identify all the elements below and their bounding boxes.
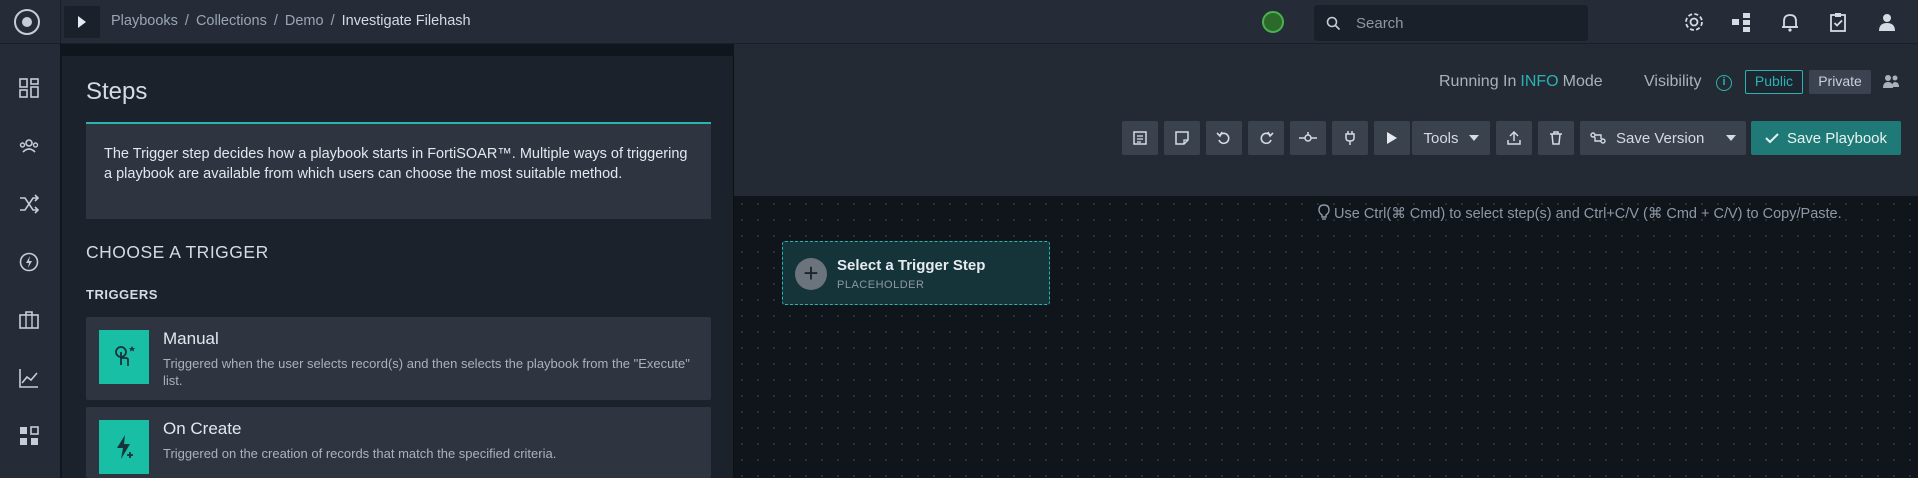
shuffle-icon[interactable] (18, 193, 40, 215)
clipboard-check-icon[interactable] (1827, 11, 1849, 33)
debug-button[interactable] (1290, 121, 1326, 155)
choose-trigger-heading: CHOOSE A TRIGGER (86, 242, 269, 262)
breadcrumb-separator: / (330, 13, 335, 29)
panel-title: Steps (86, 78, 148, 105)
sticky-note-icon (1175, 131, 1189, 145)
properties-button[interactable] (1122, 121, 1158, 155)
dashboard-icon[interactable] (18, 77, 40, 99)
plug-icon (1345, 131, 1355, 145)
settings-gear-icon[interactable] (1683, 11, 1705, 33)
playbook-header (734, 44, 1918, 196)
breadcrumb-separator: / (184, 13, 189, 29)
breadcrumb-collections[interactable]: Collections (196, 13, 267, 29)
export-button[interactable] (1496, 121, 1532, 155)
run-button[interactable] (1374, 121, 1410, 155)
global-search[interactable] (1314, 5, 1588, 41)
visibility-label: Visibility (1644, 73, 1702, 90)
left-nav (0, 44, 60, 478)
top-bar: Playbooks / Collections / Demo / Investigate F… (0, 0, 1918, 44)
plus-icon: + (795, 258, 827, 290)
trash-icon (1550, 131, 1562, 145)
tools-label: Tools (1423, 129, 1459, 147)
play-icon (1387, 132, 1397, 144)
people-icon[interactable] (18, 135, 40, 157)
breadcrumb-current: Investigate Filehash (341, 13, 471, 29)
triggers-section-label: TRIGGERS (86, 287, 158, 302)
status-indicator-icon[interactable] (1262, 11, 1284, 33)
connect-button[interactable] (1332, 121, 1368, 155)
expand-nav-button[interactable] (64, 6, 100, 38)
lightbulb-icon (1318, 204, 1330, 220)
hint-text: Use Ctrl(⌘ Cmd) to select step(s) and Ct… (1334, 206, 1842, 222)
top-divider (60, 0, 61, 44)
tools-dropdown[interactable]: Tools (1412, 121, 1490, 155)
play-icon (78, 16, 86, 28)
mode-value[interactable]: INFO (1520, 73, 1558, 90)
search-input[interactable] (1356, 13, 1576, 33)
trigger-description: Triggered on the creation of records tha… (163, 446, 557, 461)
briefcase-icon[interactable] (18, 309, 40, 331)
redo-button[interactable] (1248, 121, 1284, 155)
save-playbook-button[interactable]: Save Playbook (1751, 121, 1901, 155)
trigger-placeholder-step[interactable]: + Select a Trigger Step PLACEHOLDER (782, 241, 1050, 305)
breadcrumb-playbooks[interactable]: Playbooks (111, 13, 178, 29)
user-icon[interactable] (1876, 11, 1898, 33)
breadcrumb: Playbooks / Collections / Demo / Investigate F… (111, 13, 471, 29)
trigger-description: Triggered when the user selects record(s… (163, 356, 690, 388)
breadcrumb-demo[interactable]: Demo (285, 13, 324, 29)
copy-paste-hint: Use Ctrl(⌘ Cmd) to select step(s) and Ct… (1318, 204, 1842, 222)
private-toggle-button[interactable]: Private (1809, 70, 1871, 94)
search-icon (1326, 16, 1341, 31)
placeholder-title: Select a Trigger Step (837, 257, 986, 274)
trigger-card-on-create[interactable]: On Create Triggered on the creation of r… (86, 407, 711, 478)
version-icon (1590, 132, 1606, 144)
breadcrumb-separator: / (273, 13, 278, 29)
playbook-canvas[interactable] (734, 196, 1918, 478)
bell-icon[interactable] (1779, 11, 1801, 33)
placeholder-subtitle: PLACEHOLDER (837, 279, 925, 291)
info-icon[interactable]: i (1716, 75, 1732, 91)
redo-icon (1260, 131, 1274, 145)
trigger-intro-text: The Trigger step decides how a playbook … (86, 122, 711, 219)
check-icon (1765, 133, 1779, 144)
delete-button[interactable] (1538, 121, 1574, 155)
lightning-icon[interactable] (18, 251, 40, 273)
public-toggle-button[interactable]: Public (1745, 70, 1803, 94)
save-version-dropdown[interactable]: Save Version (1580, 121, 1746, 155)
apps-grid-icon[interactable] (18, 425, 40, 447)
chevron-down-icon (1468, 135, 1479, 141)
running-prefix: Running In (1439, 73, 1517, 90)
running-mode-text: Running In INFO Mode (1439, 73, 1603, 91)
note-button[interactable] (1164, 121, 1200, 155)
manual-trigger-icon (99, 330, 149, 384)
analytics-chart-icon[interactable] (18, 367, 40, 389)
trigger-card-manual[interactable]: Manual Triggered when the user selects r… (86, 317, 711, 400)
trigger-name: On Create (163, 419, 242, 438)
undo-button[interactable] (1206, 121, 1242, 155)
hierarchy-icon[interactable] (1730, 11, 1752, 33)
properties-icon (1133, 131, 1147, 145)
debug-icon (1299, 132, 1317, 142)
team-icon[interactable] (1882, 73, 1900, 89)
undo-icon (1216, 131, 1230, 145)
upload-icon (1507, 130, 1521, 145)
app-logo[interactable] (14, 9, 40, 35)
save-playbook-label: Save Playbook (1786, 129, 1888, 147)
trigger-name: Manual (163, 329, 219, 348)
chevron-down-icon (1726, 135, 1736, 141)
mode-suffix: Mode (1562, 73, 1603, 90)
save-version-label: Save Version (1616, 129, 1705, 147)
on-create-trigger-icon (99, 420, 149, 474)
